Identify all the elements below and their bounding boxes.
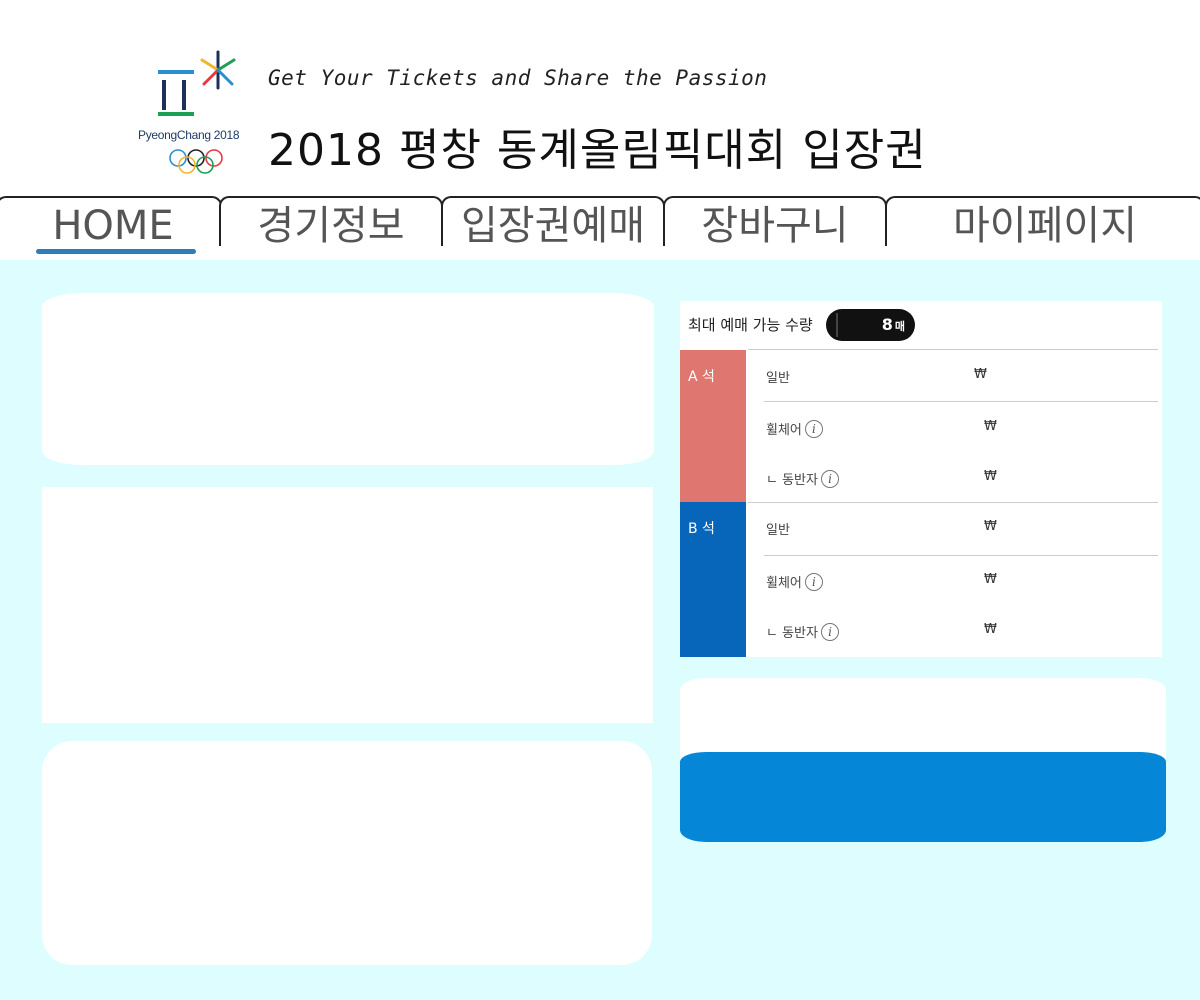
price-row: ㄴ 동반자 i ₩ — [766, 453, 1158, 503]
ticket-type: ㄴ 동반자 i — [766, 469, 839, 488]
max-quantity-unit: 매 — [894, 320, 905, 333]
content-card-middle — [42, 487, 653, 723]
ticket-type: 휠체어 i — [766, 419, 823, 438]
booking-card — [680, 678, 1166, 842]
tab-cart[interactable]: 장바구니 — [663, 196, 887, 246]
info-icon[interactable]: i — [804, 419, 823, 438]
pyeongchang-2018-logo — [158, 50, 236, 174]
content-card-top — [42, 293, 654, 465]
price-value: ₩ — [984, 419, 997, 434]
tab-ticket-booking-label: 입장권예매 — [461, 203, 645, 246]
main-content: 최대 예매 가능 수량 8매 A 석 B 석 일반 ₩ 휠체어 i ₩ ㄴ 동반자… — [0, 260, 1200, 1000]
tab-cart-label: 장바구니 — [701, 203, 849, 246]
header: PyeongChang 2018 Get Your Tickets and Sh… — [0, 0, 1200, 196]
row-divider — [764, 401, 1158, 402]
price-row: 휠체어 i ₩ — [766, 556, 1158, 606]
page-title: 2018 평창 동계올림픽대회 입장권 — [268, 125, 927, 176]
tab-game-info-label: 경기정보 — [257, 203, 405, 246]
divider — [748, 349, 1158, 350]
seat-a-label: A 석 — [680, 350, 746, 502]
max-quantity-value: 8 — [881, 315, 893, 334]
tagline: Get Your Tickets and Share the Passion — [268, 66, 768, 90]
price-row: 휠체어 i ₩ — [766, 403, 1158, 453]
price-row: ㄴ 동반자 i ₩ — [766, 606, 1158, 656]
content-card-bottom — [42, 741, 652, 965]
price-value: ₩ — [984, 622, 997, 637]
tab-game-info[interactable]: 경기정보 — [219, 196, 443, 246]
tab-ticket-booking[interactable]: 입장권예매 — [441, 196, 665, 246]
ticket-type: 일반 — [766, 519, 790, 538]
price-value: ₩ — [984, 572, 997, 587]
info-icon[interactable]: i — [820, 622, 839, 641]
price-value: ₩ — [984, 469, 997, 484]
max-quantity-badge: 8매 — [826, 309, 915, 341]
max-quantity-row: 최대 예매 가능 수량 8매 — [680, 301, 1162, 349]
ticket-type-label: ㄴ 동반자 — [766, 626, 818, 641]
pill-divider — [836, 313, 838, 337]
active-tab-indicator — [36, 249, 196, 254]
ticket-price-table: 최대 예매 가능 수량 8매 A 석 B 석 일반 ₩ 휠체어 i ₩ ㄴ 동반자… — [680, 301, 1162, 657]
ticket-type: 일반 — [766, 367, 790, 386]
tab-home[interactable]: HOME — [0, 196, 222, 246]
seat-b-label: B 석 — [680, 502, 746, 657]
ticket-type-label: 휠체어 — [766, 423, 802, 438]
tab-my-page[interactable]: 마이페이지 — [885, 196, 1200, 246]
tab-home-label: HOME — [52, 203, 174, 246]
ticket-type: ㄴ 동반자 i — [766, 622, 839, 641]
ticket-type: 휠체어 i — [766, 572, 823, 591]
price-value: ₩ — [984, 519, 997, 534]
info-icon[interactable]: i — [820, 469, 839, 488]
booking-button[interactable] — [680, 752, 1166, 842]
info-icon[interactable]: i — [804, 572, 823, 591]
tab-my-page-label: 마이페이지 — [953, 203, 1137, 246]
price-row: 일반 ₩ — [766, 351, 1158, 401]
ticket-type-label: 일반 — [766, 371, 790, 386]
ticket-type-label: 일반 — [766, 523, 790, 538]
max-quantity-label: 최대 예매 가능 수량 — [688, 316, 813, 334]
logo-wordmark: PyeongChang 2018 — [138, 128, 240, 142]
price-value: ₩ — [974, 367, 987, 382]
ticket-type-label: ㄴ 동반자 — [766, 473, 818, 488]
price-row: 일반 ₩ — [766, 503, 1158, 553]
ticket-type-label: 휠체어 — [766, 576, 802, 591]
